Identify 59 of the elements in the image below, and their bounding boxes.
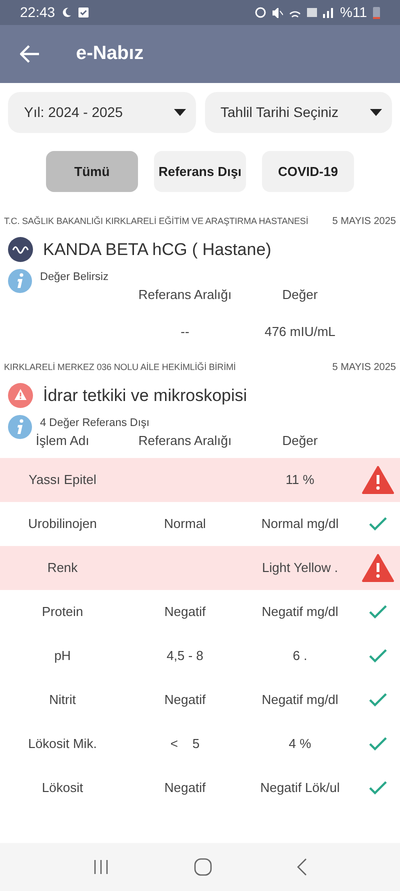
battery-icon <box>373 6 380 19</box>
table-cell: Normal mg/dl <box>261 516 339 532</box>
home-icon[interactable] <box>194 858 212 876</box>
app-title: e-Nabız <box>76 42 144 66</box>
column-header: Referans Aralığı <box>138 432 232 448</box>
table-cell: Protein <box>42 604 84 620</box>
table-cell: 4,5 - 8 <box>166 648 204 664</box>
column-header: İşlem Adı <box>36 432 90 448</box>
table-cell: pH <box>54 648 71 664</box>
dropdown[interactable]: Tahlil Tarihi Seçiniz <box>204 92 392 133</box>
column-header: Referans Aralığı <box>138 286 232 302</box>
moon-icon <box>61 7 72 18</box>
table-cell: Normal <box>164 516 206 532</box>
caret-icon <box>174 109 186 116</box>
table-cell: Lökosit Mik. <box>28 736 97 752</box>
back-icon[interactable] <box>297 858 308 876</box>
column-header: Değer <box>282 432 318 448</box>
filter-tab[interactable]: Referans Dışı <box>154 151 246 192</box>
table-cell: < 5 <box>170 736 200 752</box>
info-icon <box>8 414 32 438</box>
alarm-icon <box>255 7 266 18</box>
institution-name: KIRKLARELİ MERKEZ 036 NOLU AİLE HEKİMLİĞİ BİRİMİ <box>4 360 236 374</box>
signal-icon <box>323 8 334 18</box>
test-name: KANDA BETA hCG ( Hastane) <box>43 239 272 261</box>
table-cell: Negatif Lök/ul <box>260 780 340 796</box>
table-cell: Yassı Epitel <box>28 472 96 488</box>
info-icon <box>8 268 32 292</box>
table-cell: -- <box>180 324 190 340</box>
table-cell: Negatif <box>164 692 206 708</box>
test-date: 5 MAYIS 2025 <box>332 361 396 375</box>
table-cell: Lökosit <box>42 780 84 796</box>
table-cell: Negatif <box>164 604 206 620</box>
table-cell: Nitrit <box>49 692 76 708</box>
table-cell: Negatif mg/dl <box>262 604 338 620</box>
table-cell: Renk <box>47 560 78 576</box>
column-header: Değer <box>282 286 318 302</box>
table-cell: Negatif <box>164 780 206 796</box>
test-date: 5 MAYIS 2025 <box>332 215 396 229</box>
table-cell: 476 mIU/mL <box>264 324 336 340</box>
test-name: İdrar tetkiki ve mikroskopisi <box>43 385 248 407</box>
battery-level: %11 <box>340 3 367 22</box>
filter-tab[interactable]: COVID-19 <box>262 151 354 192</box>
table-cell: Urobilinojen <box>28 516 97 532</box>
table-cell: 11 % <box>286 472 314 488</box>
dropdown[interactable]: Yıl: 2024 - 2025 <box>8 92 196 133</box>
table-cell: 4 % <box>288 736 312 752</box>
result-note: Değer Belirsiz <box>40 270 108 284</box>
network-icon <box>307 8 318 17</box>
recent-apps-icon[interactable] <box>92 859 109 875</box>
table-cell: Light Yellow . <box>262 560 338 576</box>
clock: 22:43 <box>20 3 56 22</box>
result-note: 4 Değer Referans Dışı <box>40 416 150 430</box>
table-cell: 6 . <box>292 648 308 664</box>
checkbox-icon <box>78 7 90 18</box>
institution-name: T.C. SAĞLIK BAKANLIĞI KIRKLARELİ EĞİTİM VE ARAŞTIRMA HASTANESİ <box>4 214 308 228</box>
mute-icon <box>272 8 284 18</box>
filter-tab[interactable]: Tümü <box>46 151 138 192</box>
caret-icon <box>370 109 382 116</box>
table-cell: Negatif mg/dl <box>262 692 338 708</box>
